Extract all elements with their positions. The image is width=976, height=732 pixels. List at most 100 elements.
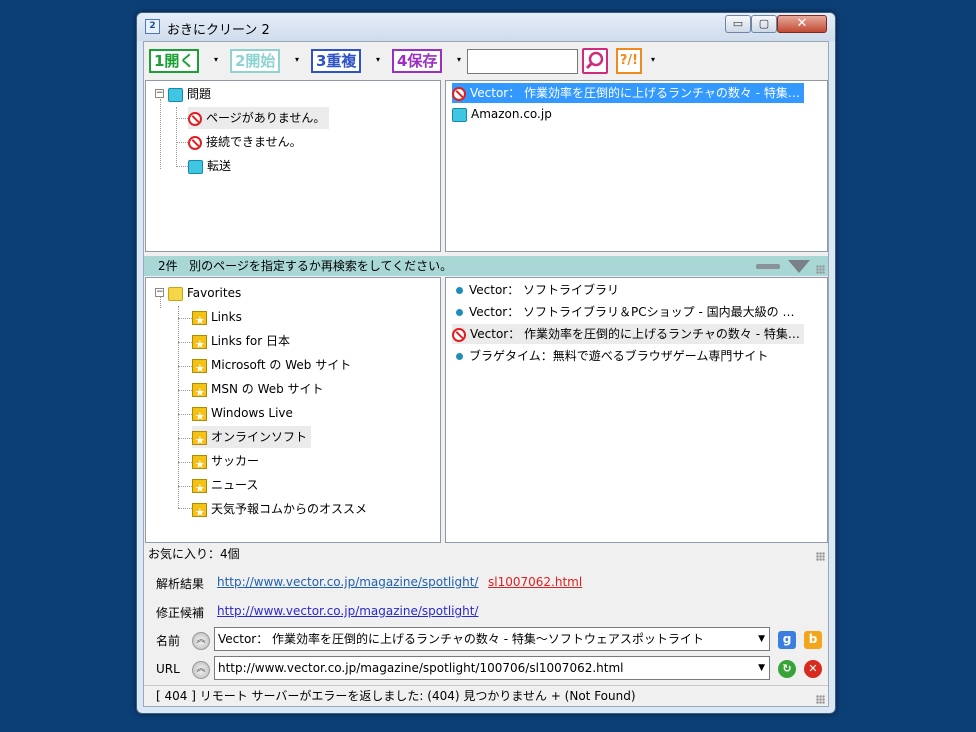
combo-arrow-icon[interactable]: ▼ xyxy=(758,657,765,679)
collapse-bar-icon[interactable] xyxy=(756,264,780,269)
toolbar: 1開く ▾ 2開始 ▾ 3重複 ▾ 4保存 ▾ ?/! ▾ xyxy=(144,42,828,80)
search-button[interactable] xyxy=(582,48,608,74)
analysis-file-link[interactable]: sl1007062.html xyxy=(488,575,582,589)
app-window: 2 おきにクリーン 2 ▭ ▢ ✕ 1開く ▾ 2開始 ▾ 3重複 ▾ 4保存 … xyxy=(136,12,836,714)
maximize-button[interactable]: ▢ xyxy=(751,15,777,33)
list-item[interactable]: Vector： ソフトライブラリ xyxy=(452,280,623,300)
tree-line xyxy=(176,142,188,143)
favorites-basket-icon xyxy=(192,310,207,332)
resize-grip-icon[interactable] xyxy=(816,695,825,704)
collapse-chevron-icon[interactable]: ︽ xyxy=(192,632,210,650)
bullet-icon xyxy=(456,353,463,360)
favorites-basket-icon xyxy=(192,382,207,404)
url-label: URL xyxy=(156,662,180,676)
name-value: Vector： 作業効率を圧倒的に上げるランチャの数々 - 特集～ソフトウェアス… xyxy=(218,632,704,646)
list-item[interactable]: ブラゲタイム：無料で遊べるブラウザゲーム専門サイト xyxy=(452,346,772,366)
tree-line xyxy=(178,414,192,415)
duplicate-button[interactable]: 3重複 xyxy=(311,49,362,73)
tree-node-links[interactable]: Links xyxy=(192,306,242,332)
tree-node-connection-failed[interactable]: 接続できません。 xyxy=(188,131,302,153)
minimize-button[interactable]: ▭ xyxy=(725,15,751,33)
tree-node-weather[interactable]: 天気予報コムからのオススメ xyxy=(192,498,367,524)
tree-node-not-found[interactable]: ページがありません。 xyxy=(188,107,330,129)
name-label: 名前 xyxy=(156,634,181,648)
tree-node-news[interactable]: ニュース xyxy=(192,474,258,500)
refresh-go-icon[interactable]: ↻ xyxy=(778,660,796,678)
resize-grip-icon[interactable] xyxy=(816,265,825,274)
start-dropdown-icon[interactable]: ▾ xyxy=(295,55,299,64)
favorites-count: お気に入り：4個 xyxy=(148,547,240,561)
basket-icon xyxy=(168,87,183,102)
tree-line xyxy=(176,118,188,119)
url-combobox[interactable]: http://www.vector.co.jp/magazine/spotlig… xyxy=(214,656,770,680)
collapse-toggle-icon[interactable]: − xyxy=(155,288,164,297)
name-combobox[interactable]: Vector： 作業効率を圧倒的に上げるランチャの数々 - 特集～ソフトウェアス… xyxy=(214,627,770,651)
no-entry-icon xyxy=(188,135,202,150)
tree-line xyxy=(178,508,192,509)
app-icon: 2 xyxy=(145,19,160,34)
title-bar[interactable]: 2 おきにクリーン 2 ▭ ▢ ✕ xyxy=(137,13,835,41)
favorites-basket-icon xyxy=(192,334,207,356)
tree-line xyxy=(178,366,192,367)
tree-node-links-japan[interactable]: Links for 日本 xyxy=(192,330,290,356)
tree-line xyxy=(160,99,161,169)
tree-node-online-software[interactable]: オンラインソフト xyxy=(192,426,312,452)
basket-icon xyxy=(452,107,467,122)
favorites-folder-icon xyxy=(168,286,183,301)
tree-node-microsoft[interactable]: Microsoft の Web サイト xyxy=(192,354,351,380)
tree-line xyxy=(178,390,192,391)
favorites-basket-icon xyxy=(192,358,207,380)
favorites-basket-icon xyxy=(192,478,207,500)
result-count: 2件 xyxy=(158,259,178,273)
save-button[interactable]: 4保存 xyxy=(392,49,443,73)
tree-node-soccer[interactable]: サッカー xyxy=(192,450,259,476)
tree-line xyxy=(176,166,188,167)
fix-url-link[interactable]: http://www.vector.co.jp/magazine/spotlig… xyxy=(217,604,478,618)
tree-line xyxy=(176,107,177,167)
favorites-basket-icon xyxy=(192,430,207,452)
help-button[interactable]: ?/! xyxy=(616,48,642,74)
open-button[interactable]: 1開く xyxy=(149,49,200,73)
tree-line xyxy=(178,438,192,439)
list-item[interactable]: Vector： 作業効率を圧倒的に上げるランチャの数々 - 特集… xyxy=(452,324,804,344)
close-button[interactable]: ✕ xyxy=(777,15,827,33)
expand-triangle-icon[interactable] xyxy=(788,260,810,273)
no-entry-icon xyxy=(452,86,466,101)
problem-tree-pane[interactable]: − 問題 ページがありません。 接続できません。 転送 xyxy=(145,80,441,252)
favorites-results-pane[interactable]: Vector： ソフトライブラリ Vector： ソフトライブラリ＆PCショップ… xyxy=(445,277,828,543)
bing-search-icon[interactable]: b xyxy=(804,631,822,649)
tree-node-favorites[interactable]: Favorites xyxy=(168,282,241,304)
tree-node-redirect[interactable]: 転送 xyxy=(188,155,231,177)
start-button[interactable]: 2開始 xyxy=(230,49,281,73)
favorites-tree-pane[interactable]: − Favorites Links Links for 日本 Microsoft… xyxy=(145,277,441,543)
collapse-chevron-icon[interactable]: ︽ xyxy=(192,661,210,679)
favorites-basket-icon xyxy=(192,502,207,524)
google-search-icon[interactable]: g xyxy=(778,631,796,649)
tree-node-msn[interactable]: MSN の Web サイト xyxy=(192,378,324,404)
problem-results-pane[interactable]: Vector： 作業効率を圧倒的に上げるランチャの数々 - 特集… Amazon… xyxy=(445,80,828,252)
window-title: おきにクリーン 2 xyxy=(167,23,270,38)
delete-icon[interactable]: ✕ xyxy=(804,660,822,678)
tree-node-problems[interactable]: 問題 xyxy=(168,83,211,105)
resize-grip-icon[interactable] xyxy=(816,552,825,561)
combo-arrow-icon[interactable]: ▼ xyxy=(758,628,765,650)
duplicate-dropdown-icon[interactable]: ▾ xyxy=(376,55,380,64)
fix-label: 修正候補 xyxy=(156,606,205,620)
list-item[interactable]: Vector： ソフトライブラリ＆PCショップ - 国内最大級の … xyxy=(452,302,798,322)
tree-line xyxy=(178,306,179,508)
list-item[interactable]: Amazon.co.jp xyxy=(452,104,556,124)
save-dropdown-icon[interactable]: ▾ xyxy=(457,55,461,64)
list-item[interactable]: Vector： 作業効率を圧倒的に上げるランチャの数々 - 特集… xyxy=(452,83,804,103)
favorites-basket-icon xyxy=(192,406,207,428)
analysis-url-link[interactable]: http://www.vector.co.jp/magazine/spotlig… xyxy=(217,575,478,589)
search-input[interactable] xyxy=(467,49,578,74)
no-entry-icon xyxy=(188,111,202,126)
help-dropdown-icon[interactable]: ▾ xyxy=(651,55,655,64)
basket-icon xyxy=(188,159,203,174)
collapse-toggle-icon[interactable]: − xyxy=(155,89,164,98)
url-value: http://www.vector.co.jp/magazine/spotlig… xyxy=(218,661,624,675)
open-dropdown-icon[interactable]: ▾ xyxy=(214,55,218,64)
tree-line xyxy=(178,462,192,463)
tree-node-windows-live[interactable]: Windows Live xyxy=(192,402,293,428)
result-message: 別のページを指定するか再検索をしてください。 xyxy=(189,259,453,273)
